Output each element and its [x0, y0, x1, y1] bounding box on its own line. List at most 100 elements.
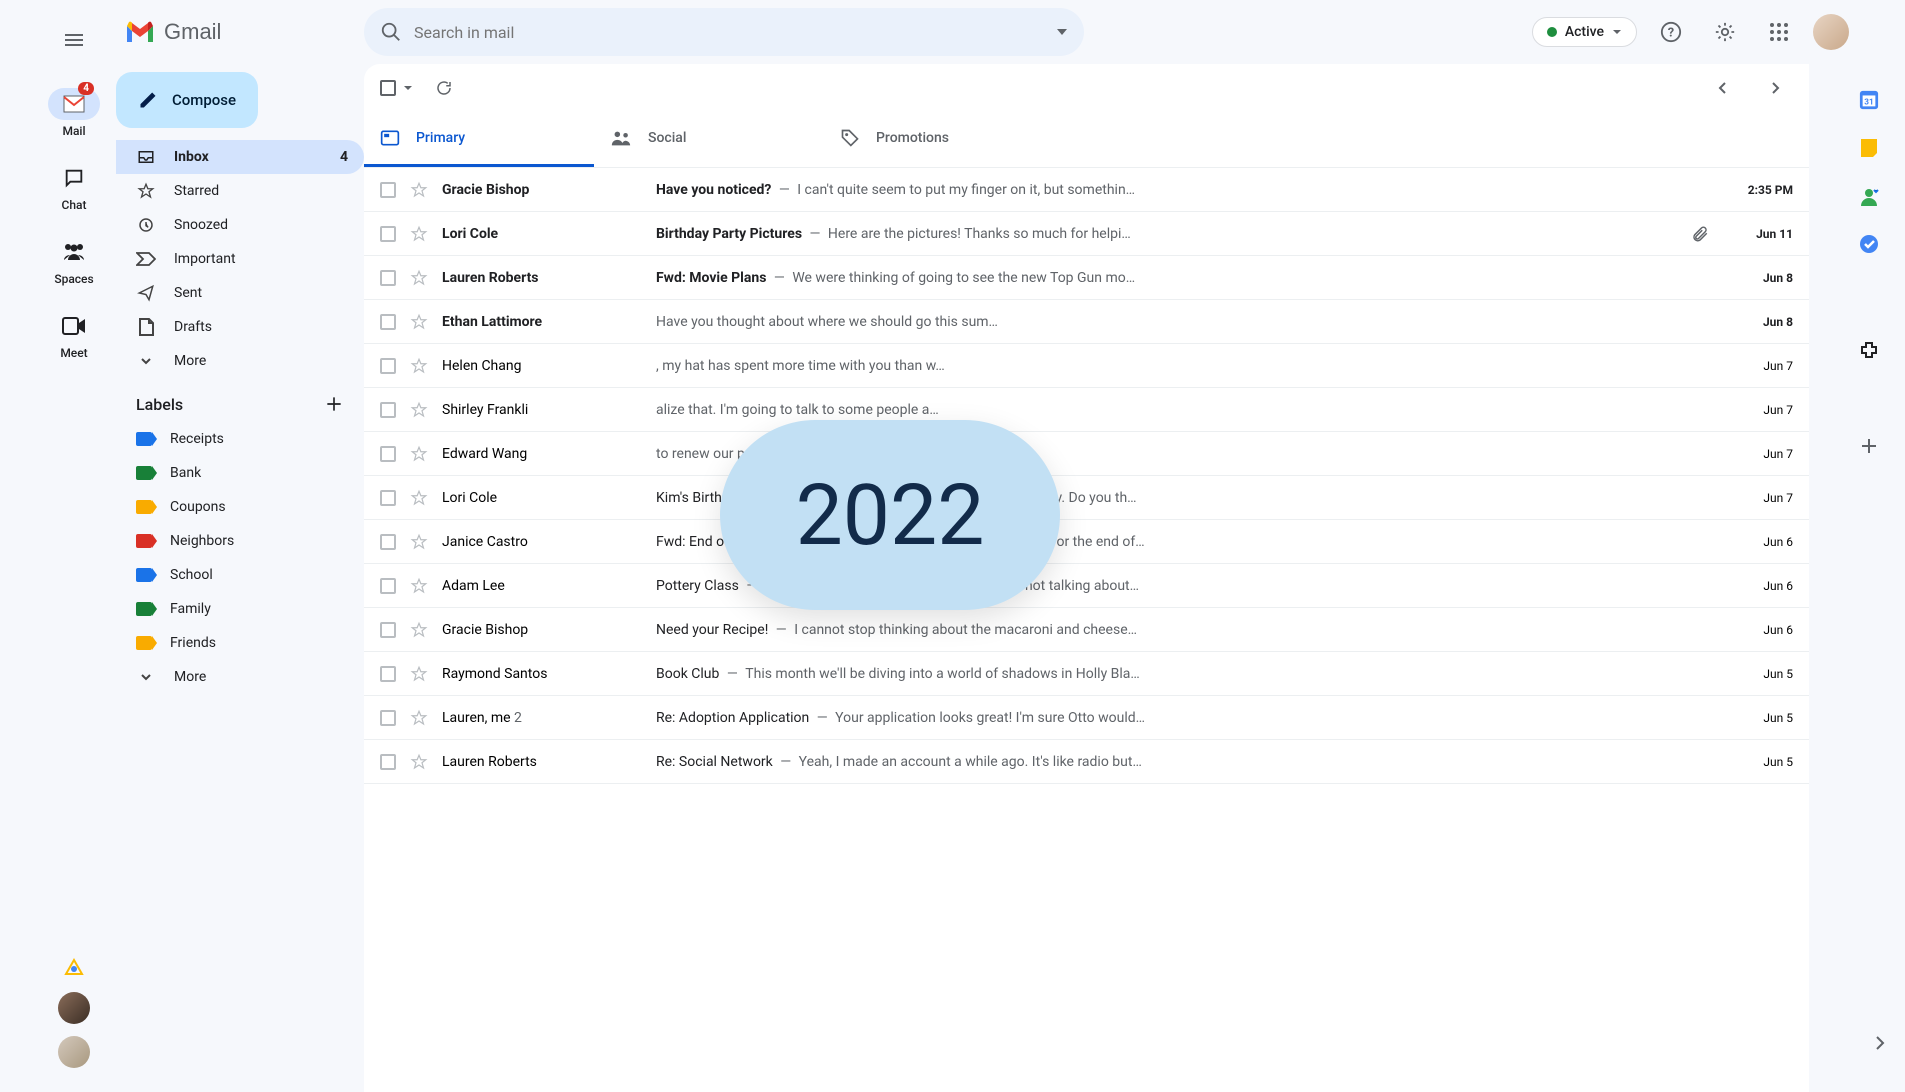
mail-row[interactable]: Lori Cole Birthday Party Pictures — Here… [364, 212, 1809, 256]
mail-row[interactable]: Gracie Bishop Need your Recipe! — I cann… [364, 608, 1809, 652]
search-input[interactable] [414, 23, 1056, 42]
mail-row[interactable]: Shirley Frankli alize that. I'm going to… [364, 388, 1809, 432]
select-all-checkbox[interactable] [380, 80, 414, 96]
side-panel: 31 [1849, 90, 1889, 456]
folder-drafts[interactable]: Drafts [116, 310, 364, 344]
mail-row[interactable]: Helen Chang , my hat has spent more time… [364, 344, 1809, 388]
folder-important[interactable]: Important [116, 242, 364, 276]
rail-item-chat[interactable]: Chat [48, 162, 100, 212]
contact-avatar-2[interactable] [58, 1036, 90, 1068]
add-label-button[interactable] [324, 394, 344, 414]
star-icon[interactable] [410, 181, 428, 199]
folder-sent[interactable]: Sent [116, 276, 364, 310]
mail-row[interactable]: Lauren Roberts Re: Social Network — Yeah… [364, 740, 1809, 784]
star-icon[interactable] [410, 753, 428, 771]
mail-checkbox[interactable] [380, 490, 396, 506]
label-receipts[interactable]: Receipts [116, 422, 364, 456]
folder-starred[interactable]: Starred [116, 174, 364, 208]
folder-inbox[interactable]: Inbox 4 [116, 140, 364, 174]
side-panel-toggle[interactable] [1871, 1034, 1889, 1052]
label-friends[interactable]: Friends [116, 626, 364, 660]
mail-row[interactable]: Adam Lee Pottery Class — Everyone, tomor… [364, 564, 1809, 608]
rail-item-meet[interactable]: Meet [48, 310, 100, 360]
apps-shortcut-icon[interactable] [62, 956, 86, 980]
search-bar[interactable] [364, 8, 1084, 56]
mail-row[interactable]: Gracie Bishop Have you noticed? — I can'… [364, 168, 1809, 212]
mail-checkbox[interactable] [380, 534, 396, 550]
mail-checkbox[interactable] [380, 578, 396, 594]
folder-more[interactable]: More [116, 344, 364, 378]
label-coupons[interactable]: Coupons [116, 490, 364, 524]
mail-subject-snippet: Have you noticed? — I can't quite seem t… [656, 182, 1709, 198]
mail-date: 2:35 PM [1723, 183, 1793, 197]
older-button[interactable] [1757, 70, 1793, 106]
mail-row[interactable]: Edward Wang to renew our pool club membe… [364, 432, 1809, 476]
mail-checkbox[interactable] [380, 270, 396, 286]
add-addon-button[interactable] [1859, 436, 1879, 456]
star-icon[interactable] [410, 621, 428, 639]
tab-primary[interactable]: Primary [364, 112, 594, 167]
mail-row[interactable]: Janice Castro Fwd: End of the Year Party… [364, 520, 1809, 564]
mail-checkbox[interactable] [380, 358, 396, 374]
star-icon[interactable] [410, 313, 428, 331]
addons-icon[interactable] [1859, 340, 1879, 360]
star-icon[interactable] [410, 225, 428, 243]
label-tag-icon [136, 602, 152, 616]
mail-checkbox[interactable] [380, 402, 396, 418]
star-icon[interactable] [410, 489, 428, 507]
mail-sender: Lauren Roberts [442, 270, 642, 286]
mail-checkbox[interactable] [380, 710, 396, 726]
mail-checkbox[interactable] [380, 182, 396, 198]
star-icon[interactable] [410, 445, 428, 463]
mail-date: Jun 5 [1723, 667, 1793, 681]
main-menu-button[interactable] [50, 16, 98, 64]
refresh-button[interactable] [426, 70, 462, 106]
logo[interactable]: Gmail [124, 19, 344, 45]
apps-button[interactable] [1759, 12, 1799, 52]
support-button[interactable]: ? [1651, 12, 1691, 52]
mail-checkbox[interactable] [380, 314, 396, 330]
labels-title: Labels [136, 395, 183, 414]
mail-row[interactable]: Lauren Roberts Fwd: Movie Plans — We wer… [364, 256, 1809, 300]
mail-checkbox[interactable] [380, 226, 396, 242]
mail-row[interactable]: Lori Cole Kim's Birthday — Hey! I'll pic… [364, 476, 1809, 520]
mail-checkbox[interactable] [380, 754, 396, 770]
snoozed-icon [136, 216, 156, 234]
tasks-app-icon[interactable] [1859, 234, 1879, 254]
profile-avatar[interactable] [1813, 14, 1849, 50]
contact-avatar-1[interactable] [58, 992, 90, 1024]
keep-app-icon[interactable] [1859, 138, 1879, 158]
label-bank[interactable]: Bank [116, 456, 364, 490]
star-icon[interactable] [410, 665, 428, 683]
mail-checkbox[interactable] [380, 666, 396, 682]
newer-button[interactable] [1705, 70, 1741, 106]
rail-item-spaces[interactable]: Spaces [48, 236, 100, 286]
contacts-app-icon[interactable] [1859, 186, 1879, 206]
star-icon[interactable] [410, 357, 428, 375]
star-icon[interactable] [410, 401, 428, 419]
tab-promotions[interactable]: Promotions [824, 112, 1054, 167]
search-options-icon[interactable] [1056, 26, 1068, 38]
folder-snoozed[interactable]: Snoozed [116, 208, 364, 242]
star-icon[interactable] [410, 269, 428, 287]
rail-item-mail[interactable]: 4 Mail [48, 88, 100, 138]
mail-row[interactable]: Raymond Santos Book Club — This month we… [364, 652, 1809, 696]
mail-checkbox[interactable] [380, 446, 396, 462]
status-pill[interactable]: Active [1532, 17, 1637, 47]
label-more[interactable]: More [116, 660, 364, 694]
pencil-icon [138, 90, 158, 110]
mail-row[interactable]: Ethan Lattimore Have you thought about w… [364, 300, 1809, 344]
calendar-app-icon[interactable]: 31 [1859, 90, 1879, 110]
label-neighbors[interactable]: Neighbors [116, 524, 364, 558]
label-school[interactable]: School [116, 558, 364, 592]
star-icon[interactable] [410, 533, 428, 551]
star-icon[interactable] [410, 709, 428, 727]
mail-checkbox[interactable] [380, 622, 396, 638]
tab-social[interactable]: Social [594, 112, 824, 167]
star-icon[interactable] [410, 577, 428, 595]
settings-button[interactable] [1705, 12, 1745, 52]
compose-button[interactable]: Compose [116, 72, 258, 128]
drafts-icon [136, 318, 156, 336]
mail-row[interactable]: Lauren, me 2 Re: Adoption Application — … [364, 696, 1809, 740]
label-family[interactable]: Family [116, 592, 364, 626]
